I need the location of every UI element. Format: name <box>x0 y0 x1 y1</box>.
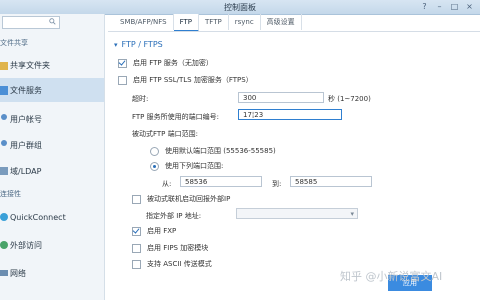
sidebar-item-label: 外部访问 <box>10 240 42 250</box>
report-ip-label: 被动式联机启动回报外部IP <box>147 195 231 203</box>
enable-ftps-row[interactable]: 启用 FTP SSL/TLS 加密服务（FTPS） <box>118 75 253 85</box>
ascii-row[interactable]: 支持 ASCII 传送模式 <box>132 259 212 269</box>
sidebar-item-file-services[interactable]: 文件服务 <box>0 78 104 102</box>
port-label: FTP 服务所使用的端口编号: <box>132 113 219 121</box>
sidebar-item-label: 用户群组 <box>10 140 42 150</box>
tab-advanced[interactable]: 高级设置 <box>261 14 302 30</box>
port-to-input[interactable]: 58585 <box>290 176 372 187</box>
enable-ftps-label: 启用 FTP SSL/TLS 加密服务（FTPS） <box>133 76 253 84</box>
sidebar-item-label: 网络 <box>10 268 26 278</box>
to-label: 到: <box>272 180 282 188</box>
tab-divider <box>108 31 480 32</box>
radio-default-row[interactable]: 使用默认端口范围 (55536-55585) <box>150 146 276 156</box>
tab-rsync[interactable]: rsync <box>229 14 261 30</box>
external-ip-label: 指定外部 IP 地址: <box>146 212 202 220</box>
tab-smb[interactable]: SMB/AFP/NFS <box>114 14 174 30</box>
ascii-checkbox[interactable] <box>132 259 141 269</box>
chevron-down-icon: ▾ <box>114 40 118 49</box>
sidebar-item-external-access[interactable]: 外部访问 <box>0 236 104 254</box>
fxp-checkbox[interactable] <box>132 226 141 236</box>
enable-ftp-row[interactable]: 启用 FTP 服务（无加密） <box>118 58 213 68</box>
port-from-input[interactable]: 58536 <box>180 176 262 187</box>
chevron-down-icon: ▾ <box>350 210 354 218</box>
search-icon <box>49 18 56 25</box>
tab-ftp[interactable]: FTP <box>173 14 200 32</box>
port-input[interactable]: 17¦23 <box>238 109 342 120</box>
window-titlebar: 控制面板 ? – □ × <box>0 0 480 15</box>
radio-custom-label: 使用下列端口范围: <box>165 162 224 170</box>
timeout-input[interactable]: 300 <box>238 92 324 103</box>
section-header[interactable]: ▾ FTP / FTPS <box>114 40 163 49</box>
radio-default-range[interactable] <box>150 146 159 156</box>
radio-custom-range[interactable] <box>150 161 159 171</box>
sidebar: 文件共享 共享文件夹 文件服务 用户帐号 用户群组 域/LDAP 连接性 Qui… <box>0 14 105 300</box>
sidebar-item-label: 共享文件夹 <box>10 60 50 70</box>
report-ip-checkbox[interactable] <box>132 194 141 204</box>
domain-icon <box>0 167 8 175</box>
close-icon[interactable]: × <box>465 3 474 11</box>
enable-ftp-label: 启用 FTP 服务（无加密） <box>133 59 213 67</box>
sidebar-item-domain[interactable]: 域/LDAP <box>0 162 104 180</box>
quickconnect-icon <box>0 213 8 221</box>
report-ip-row[interactable]: 被动式联机启动回报外部IP <box>132 194 230 204</box>
sidebar-section-file-sharing: 文件共享 <box>0 39 28 47</box>
sidebar-item-quickconnect[interactable]: QuickConnect <box>0 208 104 226</box>
file-services-icon <box>0 86 8 95</box>
section-title: FTP / FTPS <box>121 40 163 49</box>
enable-ftps-checkbox[interactable] <box>118 75 127 85</box>
fxp-row[interactable]: 启用 FXP <box>132 226 176 236</box>
sidebar-item-shared-folder[interactable]: 共享文件夹 <box>0 56 104 74</box>
sidebar-item-network[interactable]: 网络 <box>0 264 104 282</box>
folder-icon <box>0 62 8 70</box>
help-icon[interactable]: ? <box>420 3 429 11</box>
tab-tftp[interactable]: TFTP <box>199 14 229 30</box>
external-ip-select[interactable]: ▾ <box>236 208 358 219</box>
sidebar-item-label: 文件服务 <box>10 85 42 95</box>
user-icon <box>1 114 7 120</box>
group-icon <box>1 140 7 146</box>
sidebar-item-user[interactable]: 用户帐号 <box>0 110 104 128</box>
timeout-label: 超时: <box>132 95 149 103</box>
network-icon <box>0 270 8 276</box>
window-title: 控制面板 <box>224 3 256 12</box>
timeout-suffix: 秒 (1~7200) <box>328 95 371 103</box>
enable-ftp-checkbox[interactable] <box>118 58 127 68</box>
sidebar-item-label: QuickConnect <box>10 212 66 222</box>
search-input[interactable] <box>2 16 60 29</box>
passive-range-label: 被动式FTP 端口范围: <box>132 130 198 138</box>
radio-custom-row[interactable]: 使用下列端口范围: <box>150 161 223 171</box>
from-label: 从: <box>162 180 172 188</box>
fips-row[interactable]: 启用 FIPS 加密模块 <box>132 243 208 253</box>
sidebar-item-group[interactable]: 用户群组 <box>0 136 104 154</box>
maximize-icon[interactable]: □ <box>450 3 459 11</box>
fips-label: 启用 FIPS 加密模块 <box>147 244 209 252</box>
sidebar-item-label: 用户帐号 <box>10 114 42 124</box>
sidebar-item-label: 域/LDAP <box>10 166 42 176</box>
watermark: 知乎 @小新说富文AI <box>340 270 443 283</box>
ascii-label: 支持 ASCII 传送模式 <box>147 260 212 268</box>
radio-default-label: 使用默认端口范围 (55536-55585) <box>165 147 276 155</box>
globe-icon <box>0 241 8 249</box>
fxp-label: 启用 FXP <box>147 227 177 235</box>
tab-bar: SMB/AFP/NFS FTP TFTP rsync 高级设置 <box>114 14 302 32</box>
sidebar-section-connectivity: 连接性 <box>0 190 21 198</box>
minimize-icon[interactable]: – <box>435 3 444 11</box>
fips-checkbox[interactable] <box>132 243 141 253</box>
